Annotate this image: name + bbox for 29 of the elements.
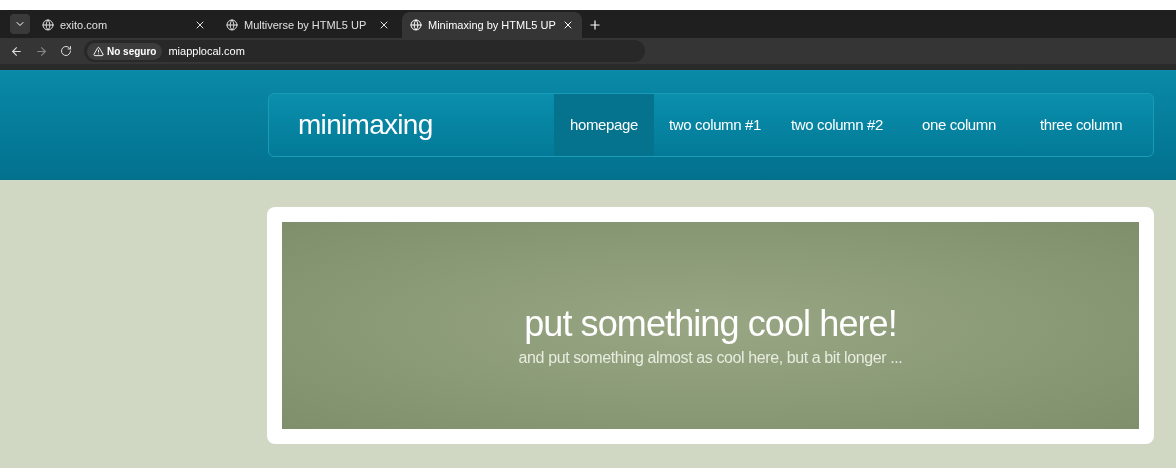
globe-icon — [42, 19, 54, 31]
close-icon[interactable] — [562, 19, 574, 31]
warning-icon — [93, 45, 104, 57]
address-bar[interactable]: No seguro miapplocal.com — [84, 40, 645, 62]
url-text: miapplocal.com — [168, 43, 245, 59]
banner-title: put something cool here! — [524, 302, 897, 346]
reload-icon[interactable] — [60, 45, 72, 57]
globe-icon — [226, 19, 238, 31]
browser-tab[interactable]: exito.com — [34, 12, 214, 38]
tab-title: Multiverse by HTML5 UP — [244, 17, 368, 33]
new-tab-icon[interactable] — [588, 18, 602, 32]
tab-list-button[interactable] — [10, 14, 30, 34]
forward-icon[interactable] — [35, 44, 48, 58]
close-icon[interactable] — [194, 19, 206, 31]
banner-subtitle: and put something almost as cool here, but a bit longer ... — [518, 348, 903, 368]
nav-link[interactable]: three column — [1020, 94, 1142, 156]
nav-link[interactable]: one column — [898, 94, 1020, 156]
nav-link[interactable]: two column #2 — [776, 94, 898, 156]
site-logo[interactable]: minimaxing — [269, 104, 554, 146]
security-chip[interactable]: No seguro — [87, 42, 163, 60]
nav-link[interactable]: homepage — [554, 94, 654, 156]
globe-icon — [410, 19, 422, 31]
browser-tab[interactable]: Minimaxing by HTML5 UP — [402, 12, 582, 38]
back-icon[interactable] — [10, 44, 23, 58]
browser-tab[interactable]: Multiverse by HTML5 UP — [218, 12, 398, 38]
tab-title: exito.com — [60, 17, 109, 33]
nav-link[interactable]: two column #1 — [654, 94, 776, 156]
tab-title: Minimaxing by HTML5 UP — [428, 17, 556, 33]
close-icon[interactable] — [378, 19, 390, 31]
